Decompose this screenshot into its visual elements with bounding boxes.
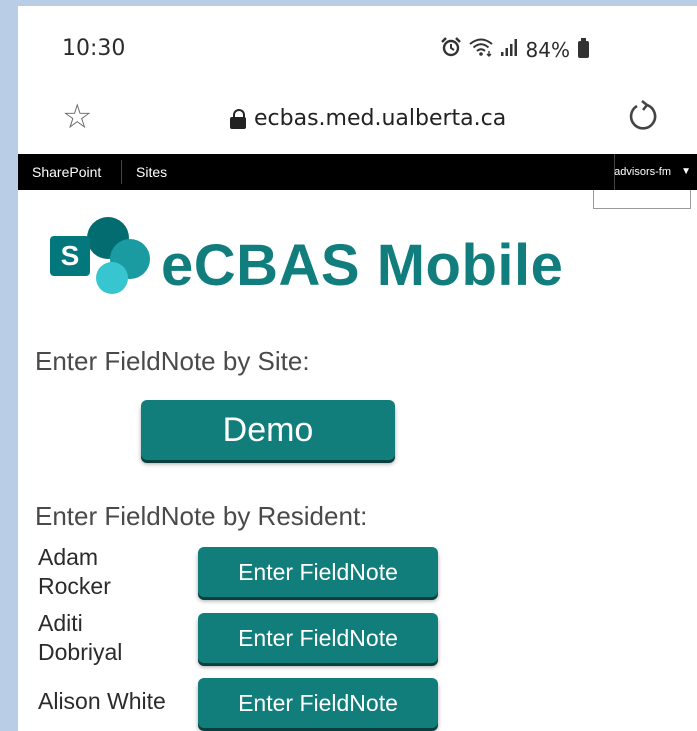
sharepoint-suite-bar: SharePoint Sites advisors-fm ▼ <box>18 154 697 190</box>
enter-fieldnote-button[interactable]: Enter FieldNote <box>198 547 438 597</box>
resident-first-name: Adam <box>38 544 99 570</box>
reload-icon[interactable] <box>625 99 659 140</box>
resident-name: Alison White <box>38 687 166 716</box>
resident-full-name: Alison White <box>38 688 166 714</box>
enter-fieldnote-button[interactable]: Enter FieldNote <box>198 678 438 728</box>
sites-link[interactable]: Sites <box>136 164 167 180</box>
sharepoint-logo-icon: S <box>48 214 158 296</box>
status-indicators: 84% <box>440 36 589 63</box>
app-title: eCBAS Mobile <box>161 233 564 298</box>
battery-icon <box>578 38 589 58</box>
star-icon[interactable]: ☆ <box>62 100 92 134</box>
status-bar: 10:30 84% <box>18 6 697 86</box>
url-text: ecbas.med.ualberta.ca <box>254 106 507 131</box>
enter-fieldnote-button[interactable]: Enter FieldNote <box>198 613 438 663</box>
wifi-icon <box>468 36 494 63</box>
lock-icon <box>230 108 246 129</box>
suite-bar-divider <box>121 160 122 184</box>
phone-screen: 10:30 84% ☆ ecbas.med.ualberta.ca ShareP… <box>18 6 697 731</box>
alarm-icon <box>440 36 462 63</box>
signal-icon <box>500 37 520 62</box>
svg-text:S: S <box>61 240 80 271</box>
battery-percent: 84% <box>525 37 570 62</box>
caret-down-icon[interactable]: ▼ <box>681 166 691 177</box>
resident-last-name: Rocker <box>38 573 111 599</box>
status-time: 10:30 <box>62 36 126 61</box>
browser-url-bar: ☆ ecbas.med.ualberta.ca <box>18 86 697 154</box>
demo-site-button[interactable]: Demo <box>141 400 395 460</box>
user-menu[interactable]: advisors-fm <box>614 166 671 178</box>
user-dropdown-box[interactable] <box>593 190 691 209</box>
resident-name: Adam Rocker <box>38 543 111 601</box>
site-section-label: Enter FieldNote by Site: <box>35 346 310 376</box>
sharepoint-link[interactable]: SharePoint <box>32 164 101 180</box>
address-bar[interactable]: ecbas.med.ualberta.ca <box>230 106 506 131</box>
resident-name: Aditi Dobriyal <box>38 609 122 667</box>
resident-section-label: Enter FieldNote by Resident: <box>35 501 368 531</box>
resident-first-name: Aditi <box>38 610 83 636</box>
resident-last-name: Dobriyal <box>38 639 123 665</box>
